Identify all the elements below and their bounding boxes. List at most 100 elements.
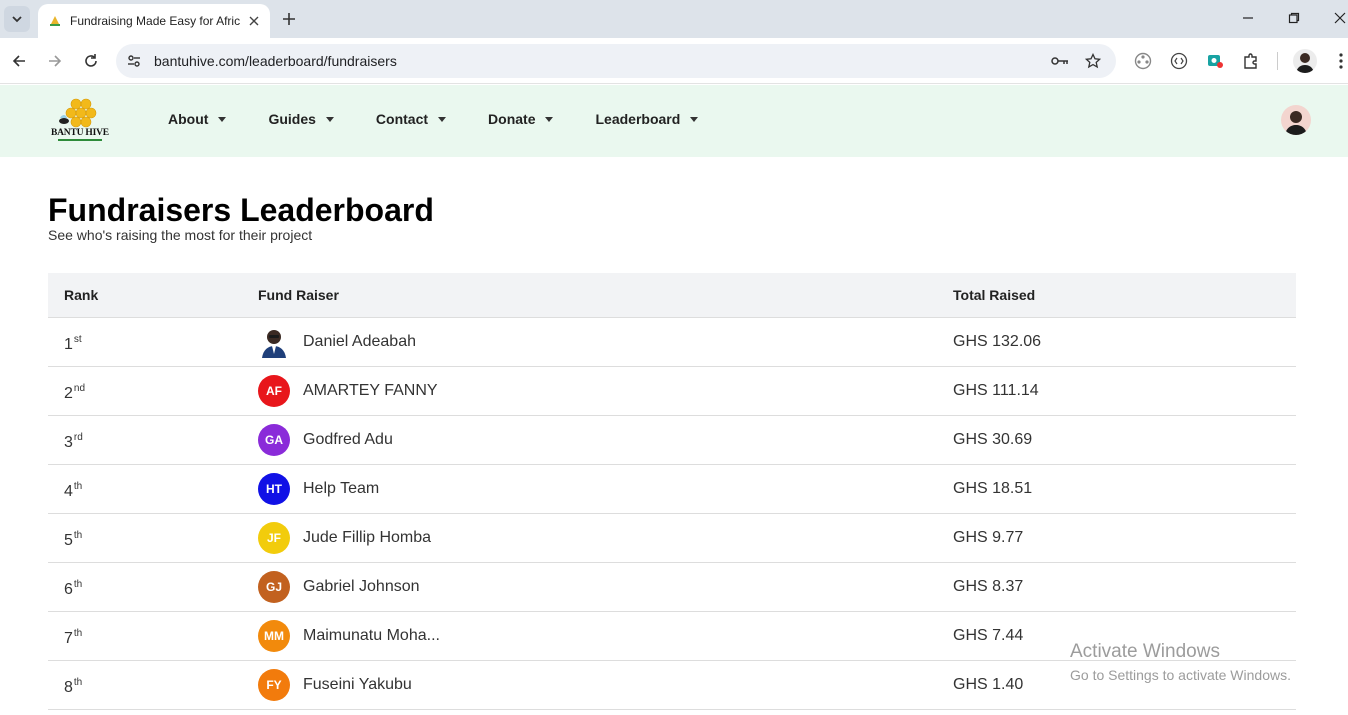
minimize-icon bbox=[1243, 17, 1253, 19]
fundraiser-name[interactable]: Daniel Adeabah bbox=[303, 333, 416, 351]
caret-down-icon bbox=[218, 116, 227, 122]
site-settings-icon[interactable] bbox=[124, 51, 144, 71]
page-title: Fundraisers Leaderboard bbox=[48, 192, 434, 228]
page-subtitle: See who's raising the most for their pro… bbox=[48, 227, 313, 243]
fundraiser-avatar: AF bbox=[258, 375, 290, 407]
restore-icon bbox=[1288, 12, 1300, 24]
forward-button[interactable] bbox=[43, 49, 67, 73]
total-raised-cell: GHS 132.06 bbox=[953, 333, 1042, 350]
tab-search-button[interactable] bbox=[4, 6, 30, 32]
fundraiser-name[interactable]: Fuseini Yakubu bbox=[303, 676, 412, 694]
rank-suffix: th bbox=[73, 530, 83, 541]
table-row[interactable]: 5th JF Jude Fillip Homba GHS 9.77 bbox=[48, 514, 1296, 563]
site-header: BANTU HIVE About Guides Contact Donate L… bbox=[0, 85, 1348, 157]
close-tab-icon[interactable] bbox=[246, 13, 262, 29]
total-raised-cell: GHS 8.37 bbox=[953, 578, 1024, 595]
table-row[interactable]: 3rd GA Godfred Adu GHS 30.69 bbox=[48, 416, 1296, 465]
fundraiser-avatar: GJ bbox=[258, 571, 290, 603]
extension-screen-recorder-icon[interactable] bbox=[1204, 50, 1226, 72]
rank-suffix: st bbox=[73, 334, 82, 345]
chevron-down-icon bbox=[12, 16, 22, 23]
browser-menu-icon[interactable] bbox=[1330, 50, 1348, 72]
avatar-initials: HT bbox=[266, 482, 282, 496]
arrow-left-icon bbox=[12, 55, 25, 67]
rank-suffix: th bbox=[73, 579, 83, 590]
rank-number: 6 bbox=[64, 581, 73, 598]
avatar-initials: GA bbox=[265, 433, 283, 447]
table-row[interactable]: 4th HT Help Team GHS 18.51 bbox=[48, 465, 1296, 514]
reload-button[interactable] bbox=[79, 49, 103, 73]
reload-icon bbox=[85, 54, 97, 67]
nav-contact[interactable]: Contact bbox=[375, 111, 447, 127]
avatar-initials: MM bbox=[264, 629, 284, 643]
arrow-right-icon bbox=[49, 55, 62, 67]
rank-number: 1 bbox=[64, 336, 73, 353]
avatar-initials: GJ bbox=[265, 580, 282, 594]
rank-suffix: th bbox=[73, 628, 83, 639]
extension-code-icon[interactable] bbox=[1168, 50, 1190, 72]
extension-film-icon[interactable] bbox=[1132, 50, 1154, 72]
table-row[interactable]: 1st Daniel Adeabah GHS 132.06 bbox=[48, 318, 1296, 367]
nav-guides[interactable]: Guides bbox=[268, 111, 334, 127]
windows-activation-watermark: Activate Windows Go to Settings to activ… bbox=[1070, 641, 1291, 683]
address-bar[interactable]: bantuhive.com/leaderboard/fundraisers bbox=[116, 44, 1116, 78]
fundraiser-name[interactable]: Godfred Adu bbox=[303, 431, 393, 449]
table-row[interactable]: 2nd AF AMARTEY FANNY GHS 111.14 bbox=[48, 367, 1296, 416]
nav-guides-label: Guides bbox=[268, 111, 316, 127]
avatar-initials: JF bbox=[266, 531, 281, 545]
avatar-initials: AF bbox=[266, 384, 282, 398]
profile-avatar[interactable] bbox=[1293, 49, 1317, 73]
rank-cell: 8th bbox=[64, 677, 82, 697]
nav-contact-label: Contact bbox=[375, 111, 429, 127]
rank-cell: 3rd bbox=[64, 432, 83, 452]
fundraiser-avatar bbox=[258, 326, 290, 358]
table-header: Rank Fund Raiser Total Raised bbox=[48, 273, 1296, 318]
rank-suffix: th bbox=[73, 677, 83, 688]
restore-button[interactable] bbox=[1279, 6, 1309, 30]
minimize-button[interactable] bbox=[1233, 6, 1263, 30]
nav-leaderboard[interactable]: Leaderboard bbox=[595, 111, 699, 127]
avatar-initials: FY bbox=[266, 678, 282, 692]
browser-tab[interactable]: Fundraising Made Easy for Afric bbox=[38, 4, 270, 38]
site-logo[interactable]: BANTU HIVE bbox=[48, 97, 112, 143]
fundraiser-name[interactable]: Jude Fillip Homba bbox=[303, 529, 431, 547]
nav-donate[interactable]: Donate bbox=[488, 111, 554, 127]
fundraiser-name[interactable]: Maimunatu Moha... bbox=[303, 627, 440, 645]
browser-tab-strip: Fundraising Made Easy for Afric bbox=[0, 0, 1348, 38]
nav-about-label: About bbox=[168, 111, 209, 127]
close-icon bbox=[1334, 12, 1346, 24]
fundraiser-avatar: FY bbox=[258, 669, 290, 701]
new-tab-button[interactable] bbox=[278, 8, 300, 30]
bookmark-star-icon[interactable] bbox=[1083, 51, 1103, 71]
rank-cell: 2nd bbox=[64, 383, 85, 403]
back-button[interactable] bbox=[7, 49, 31, 73]
rank-cell: 1st bbox=[64, 334, 82, 354]
fundraiser-avatar: HT bbox=[258, 473, 290, 505]
rank-number: 8 bbox=[64, 679, 73, 696]
fundraiser-avatar: MM bbox=[258, 620, 290, 652]
total-raised-cell: GHS 18.51 bbox=[953, 480, 1033, 497]
bantuhive-favicon-icon bbox=[50, 16, 60, 26]
watermark-subtitle: Go to Settings to activate Windows. bbox=[1070, 667, 1291, 683]
close-window-button[interactable] bbox=[1325, 6, 1348, 30]
caret-down-icon bbox=[325, 116, 334, 122]
url-text: bantuhive.com/leaderboard/fundraisers bbox=[154, 53, 397, 69]
fundraiser-name[interactable]: AMARTEY FANNY bbox=[303, 382, 438, 400]
rank-number: 7 bbox=[64, 630, 73, 647]
password-key-icon[interactable] bbox=[1050, 51, 1070, 71]
plus-icon bbox=[283, 13, 295, 25]
user-avatar[interactable] bbox=[1281, 105, 1311, 135]
rank-cell: 6th bbox=[64, 579, 82, 599]
fundraiser-name[interactable]: Help Team bbox=[303, 480, 379, 498]
nav-about[interactable]: About bbox=[168, 111, 227, 127]
fundraiser-avatar: JF bbox=[258, 522, 290, 554]
extensions-puzzle-icon[interactable] bbox=[1240, 50, 1262, 72]
logo-text: BANTU HIVE bbox=[51, 128, 109, 138]
browser-toolbar: bantuhive.com/leaderboard/fundraisers bbox=[0, 38, 1348, 84]
rank-number: 4 bbox=[64, 483, 73, 500]
table-row[interactable]: 6th GJ Gabriel Johnson GHS 8.37 bbox=[48, 563, 1296, 612]
logo-tagline-bar bbox=[58, 139, 102, 141]
rank-cell: 5th bbox=[64, 530, 82, 550]
main-nav: About Guides Contact Donate Leaderboard bbox=[168, 111, 740, 127]
fundraiser-name[interactable]: Gabriel Johnson bbox=[303, 578, 420, 596]
